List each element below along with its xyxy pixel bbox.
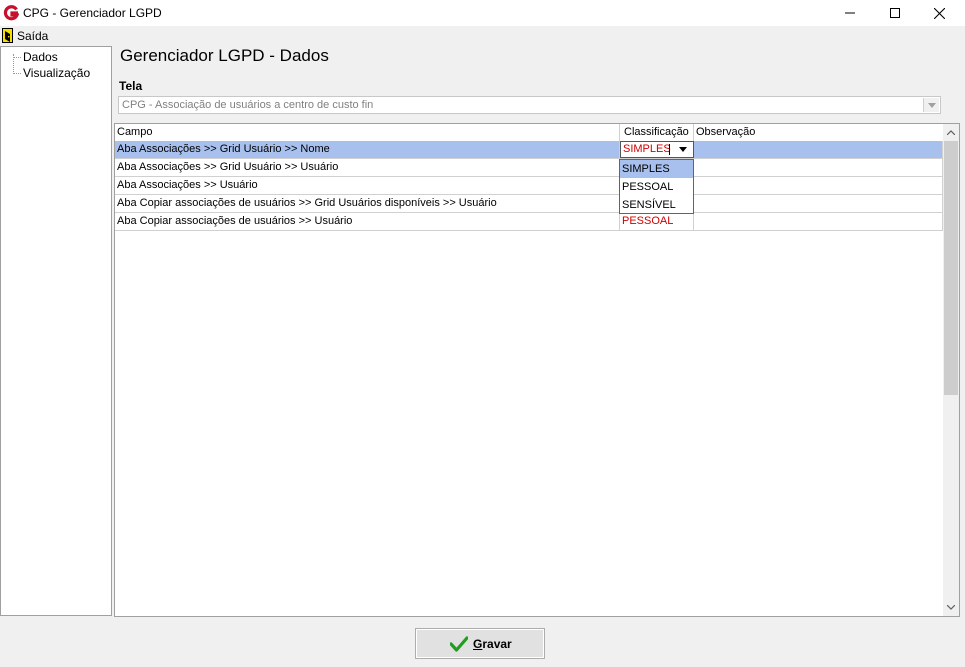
scroll-up-button[interactable] [943,124,959,141]
window-title: CPG - Gerenciador LGPD [23,6,162,20]
app-logo-icon [3,5,19,21]
chevron-up-icon [947,130,955,135]
menu-item-label: Saída [17,29,49,43]
table-row[interactable]: Aba Copiar associações de usuários >> Gr… [115,195,943,213]
combo-dropdown-button[interactable] [923,98,939,112]
cell-campo[interactable]: Aba Associações >> Grid Usuário >> Nome [115,141,620,158]
tela-label: Tela [119,79,143,93]
sidebar-item-dados[interactable]: Dados [23,50,58,64]
classification-dropdown-button[interactable] [674,143,692,156]
minimize-button[interactable] [827,0,872,26]
cell-campo[interactable]: Aba Copiar associações de usuários >> Gr… [115,195,620,212]
tela-select-value: CPG - Associação de usuários a centro de… [122,99,374,111]
column-header-campo[interactable]: Campo [115,124,620,141]
grid-header: Campo Classificação Observação [115,124,943,142]
gravar-button-label: Gravar [473,637,512,651]
classification-editor-value: SIMPLES [623,143,671,155]
tree-connector [13,73,21,74]
cell-campo[interactable]: Aba Copiar associações de usuários >> Us… [115,213,620,230]
chevron-down-icon [947,605,955,610]
menu-item-saida[interactable]: Saída [0,27,50,45]
cell-observacao[interactable] [694,195,943,212]
checkmark-icon [450,636,468,652]
tree-connector [13,57,21,58]
scrollbar-thumb[interactable] [944,141,958,395]
cell-classificacao[interactable]: PESSOAL [620,213,694,230]
maximize-icon [889,8,900,18]
gravar-button[interactable]: Gravar [415,628,545,659]
column-header-observacao[interactable]: Observação [694,124,943,141]
table-row[interactable]: Aba Associações >> Usuário [115,177,943,195]
cell-campo[interactable]: Aba Associações >> Usuário [115,177,620,194]
data-grid[interactable]: Campo Classificação Observação Aba Assoc… [114,123,960,617]
table-row[interactable]: Aba Associações >> Grid Usuário >> Nome … [115,141,943,159]
tela-select[interactable]: CPG - Associação de usuários a centro de… [118,96,941,114]
cell-observacao[interactable] [694,141,943,158]
table-row[interactable]: Aba Copiar associações de usuários >> Us… [115,213,943,231]
cell-observacao[interactable] [694,159,943,176]
column-header-classificacao[interactable]: Classificação [620,124,694,141]
text-caret [669,144,670,155]
chevron-down-icon [927,102,936,108]
dropdown-option-sensivel[interactable]: SENSÍVEL [620,196,693,214]
cell-observacao[interactable] [694,177,943,194]
sidebar-item-visualizacao[interactable]: Visualização [23,66,90,80]
maximize-button[interactable] [872,0,917,26]
dropdown-option-pessoal[interactable]: PESSOAL [620,178,693,196]
menu-bar: Saída [0,27,965,45]
classification-dropdown-list: SIMPLES PESSOAL SENSÍVEL [619,159,694,214]
exit-door-icon [2,28,13,43]
close-icon [934,7,945,19]
dropdown-option-simples[interactable]: SIMPLES [620,160,693,178]
page-title: Gerenciador LGPD - Dados [120,46,329,65]
cell-observacao[interactable] [694,213,943,230]
scroll-down-button[interactable] [943,599,959,616]
close-button[interactable] [917,0,962,26]
table-row[interactable]: Aba Associações >> Grid Usuário >> Usuár… [115,159,943,177]
chevron-down-icon [679,147,687,152]
cell-campo[interactable]: Aba Associações >> Grid Usuário >> Usuár… [115,159,620,176]
sidebar-tree: Dados Visualização [0,46,112,616]
title-bar: CPG - Gerenciador LGPD [0,0,965,26]
classification-editor[interactable]: SIMPLES [620,141,694,158]
vertical-scrollbar[interactable] [943,124,959,616]
minimize-icon [844,12,855,14]
